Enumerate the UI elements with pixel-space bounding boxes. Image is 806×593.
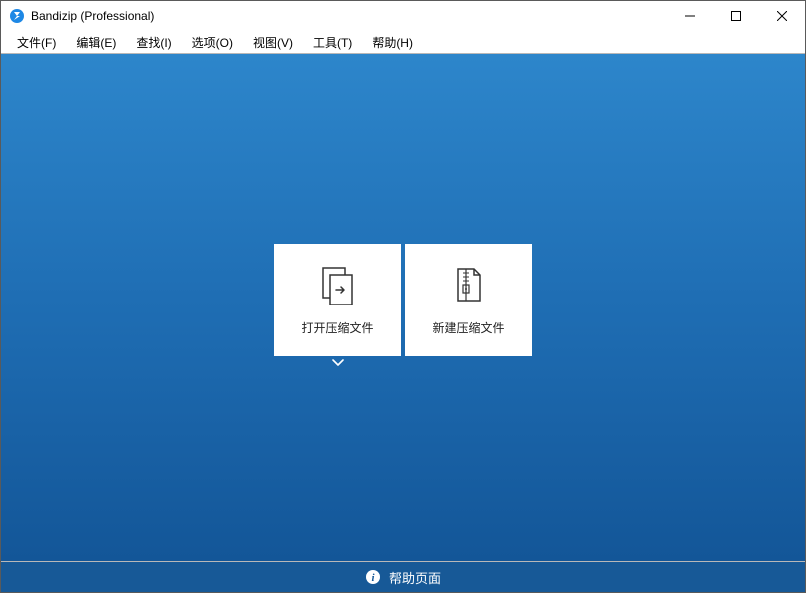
maximize-button[interactable] <box>713 1 759 31</box>
menu-find[interactable]: 查找(I) <box>126 32 181 53</box>
bandizip-logo-icon <box>9 8 25 24</box>
action-cards: 打开压缩文件 新建压缩文件 <box>274 244 532 356</box>
menubar: 文件(F) 编辑(E) 查找(I) 选项(O) 视图(V) 工具(T) 帮助(H… <box>1 31 805 53</box>
open-archive-label: 打开压缩文件 <box>301 319 373 336</box>
menu-help[interactable]: 帮助(H) <box>362 32 423 53</box>
new-archive-icon <box>449 265 489 305</box>
window-title: Bandizip (Professional) <box>31 9 154 23</box>
menu-file[interactable]: 文件(F) <box>7 32 66 53</box>
workspace: 打开压缩文件 新建压缩文件 <box>1 53 805 562</box>
menu-view[interactable]: 视图(V) <box>243 32 303 53</box>
window-controls <box>667 1 805 31</box>
menu-tools[interactable]: 工具(T) <box>303 32 362 53</box>
info-icon: i <box>365 569 381 585</box>
menu-options[interactable]: 选项(O) <box>182 32 243 53</box>
chevron-row <box>274 358 532 371</box>
help-link[interactable]: 帮助页面 <box>389 568 441 587</box>
open-archive-button[interactable]: 打开压缩文件 <box>274 244 401 356</box>
titlebar: Bandizip (Professional) <box>1 1 805 31</box>
new-archive-label: 新建压缩文件 <box>432 319 504 336</box>
new-archive-button[interactable]: 新建压缩文件 <box>405 244 532 356</box>
statusbar: i 帮助页面 <box>1 562 805 592</box>
open-archive-icon <box>318 265 358 305</box>
close-button[interactable] <box>759 1 805 31</box>
chevron-down-icon[interactable] <box>332 358 344 371</box>
menu-edit[interactable]: 编辑(E) <box>66 32 126 53</box>
minimize-button[interactable] <box>667 1 713 31</box>
